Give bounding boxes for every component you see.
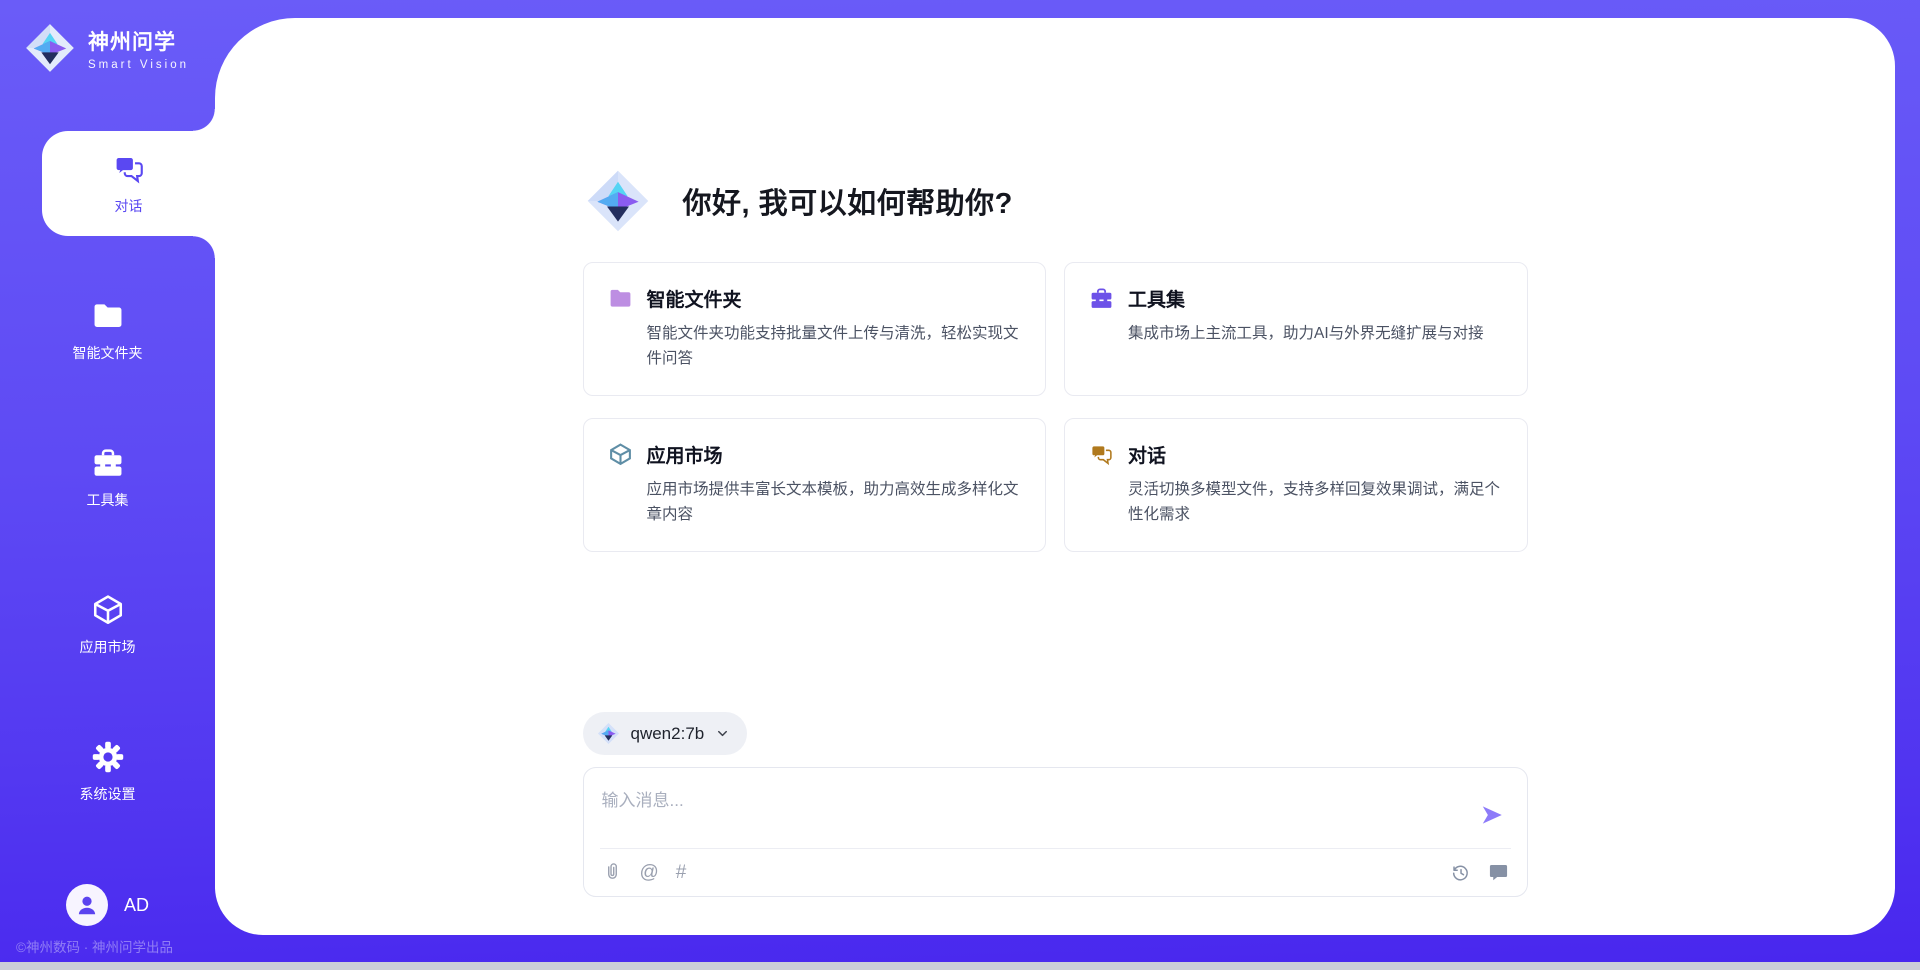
card-description: 智能文件夹功能支持批量文件上传与清洗，轻松实现文件问答 [647, 321, 1022, 371]
history-button[interactable] [1450, 862, 1471, 883]
greeting-block: 你好, 我可以如何帮助你? [583, 168, 1528, 234]
at-icon: @ [640, 863, 659, 882]
send-button[interactable] [1475, 798, 1509, 832]
model-selector[interactable]: qwen2:7b [583, 712, 748, 755]
sidebar-item-app-market[interactable]: 应用市场 [0, 572, 215, 677]
card-smart-folder[interactable]: 智能文件夹 智能文件夹功能支持批量文件上传与清洗，轻松实现文件问答 [583, 262, 1047, 396]
sidebar-item-label: 系统设置 [80, 784, 136, 804]
hash-icon: # [676, 863, 687, 882]
toolbox-icon [91, 446, 125, 480]
briefcase-icon [1089, 286, 1114, 311]
sidebar-item-label: 应用市场 [80, 637, 136, 657]
chevron-down-icon [715, 726, 730, 741]
folder-icon [608, 286, 633, 311]
send-icon [1479, 802, 1505, 828]
user-initials: AD [124, 895, 149, 916]
topic-button[interactable]: # [676, 863, 687, 882]
message-input-card: @ # [583, 767, 1528, 897]
folder-icon [91, 299, 125, 333]
chat-icon [112, 152, 146, 186]
card-description: 集成市场上主流工具，助力AI与外界无缝扩展与对接 [1128, 321, 1503, 346]
card-title: 智能文件夹 [647, 285, 742, 312]
page-title: 你好, 我可以如何帮助你? [683, 180, 1013, 222]
sidebar-item-smart-folder[interactable]: 智能文件夹 [0, 278, 215, 383]
card-app-market[interactable]: 应用市场 应用市场提供丰富长文本模板，助力高效生成多样化文章内容 [583, 418, 1047, 552]
grid-cube-icon [608, 442, 633, 467]
sidebar-item-label: 工具集 [87, 490, 129, 510]
history-icon [1450, 862, 1471, 883]
card-title: 应用市场 [647, 441, 723, 468]
copyright-text: ©神州数码 · 神州问学出品 [16, 936, 173, 956]
card-chat[interactable]: 对话 灵活切换多模型文件，支持多样回复效果调试，满足个性化需求 [1064, 418, 1528, 552]
diamond-logo-icon [24, 22, 76, 74]
sidebar-item-toolset[interactable]: 工具集 [0, 425, 215, 530]
tab-curve-top [193, 109, 215, 131]
sidebar: 神州问学 Smart Vision 对话 智能文件夹 [0, 0, 215, 970]
chat-welcome-area: 你好, 我可以如何帮助你? 智能文件夹 智能文件夹功能支持批量文件上传与清洗，轻… [583, 18, 1528, 897]
sidebar-item-settings[interactable]: 系统设置 [0, 719, 215, 824]
gear-icon [91, 740, 125, 774]
sidebar-item-label: 智能文件夹 [73, 343, 143, 363]
model-name: qwen2:7b [631, 724, 705, 744]
user-icon [74, 892, 100, 918]
tab-curve-bottom [193, 236, 215, 258]
sidebar-item-chat[interactable]: 对话 [42, 131, 215, 236]
horizontal-scrollbar[interactable] [0, 962, 1920, 970]
user-avatar[interactable] [66, 884, 108, 926]
sidebar-nav: 对话 智能文件夹 工具集 应用市场 [0, 131, 215, 866]
comment-button[interactable] [1488, 862, 1509, 883]
model-logo-icon [597, 722, 620, 745]
app-subtitle: Smart Vision [88, 59, 189, 71]
card-title: 对话 [1128, 441, 1166, 468]
feature-cards: 智能文件夹 智能文件夹功能支持批量文件上传与清洗，轻松实现文件问答 工具集 集成… [583, 262, 1528, 552]
card-description: 应用市场提供丰富长文本模板，助力高效生成多样化文章内容 [647, 477, 1022, 527]
card-title: 工具集 [1128, 285, 1185, 312]
comment-icon [1488, 862, 1509, 883]
app-name: 神州问学 [88, 26, 189, 56]
chat-icon [1089, 442, 1114, 467]
cube-icon [91, 593, 125, 627]
composer: qwen2:7b [583, 712, 1528, 897]
paperclip-icon [602, 862, 623, 883]
message-input[interactable] [602, 784, 1475, 842]
card-toolset[interactable]: 工具集 集成市场上主流工具，助力AI与外界无缝扩展与对接 [1064, 262, 1528, 396]
attach-button[interactable] [602, 862, 623, 883]
card-description: 灵活切换多模型文件，支持多样回复效果调试，满足个性化需求 [1128, 477, 1503, 527]
sidebar-item-label: 对话 [115, 196, 143, 216]
app-logo-icon [585, 168, 651, 234]
mention-button[interactable]: @ [640, 863, 659, 882]
main-panel: 你好, 我可以如何帮助你? 智能文件夹 智能文件夹功能支持批量文件上传与清洗，轻… [215, 18, 1895, 935]
app-logo: 神州问学 Smart Vision [24, 22, 189, 74]
user-section: AD [0, 884, 215, 926]
